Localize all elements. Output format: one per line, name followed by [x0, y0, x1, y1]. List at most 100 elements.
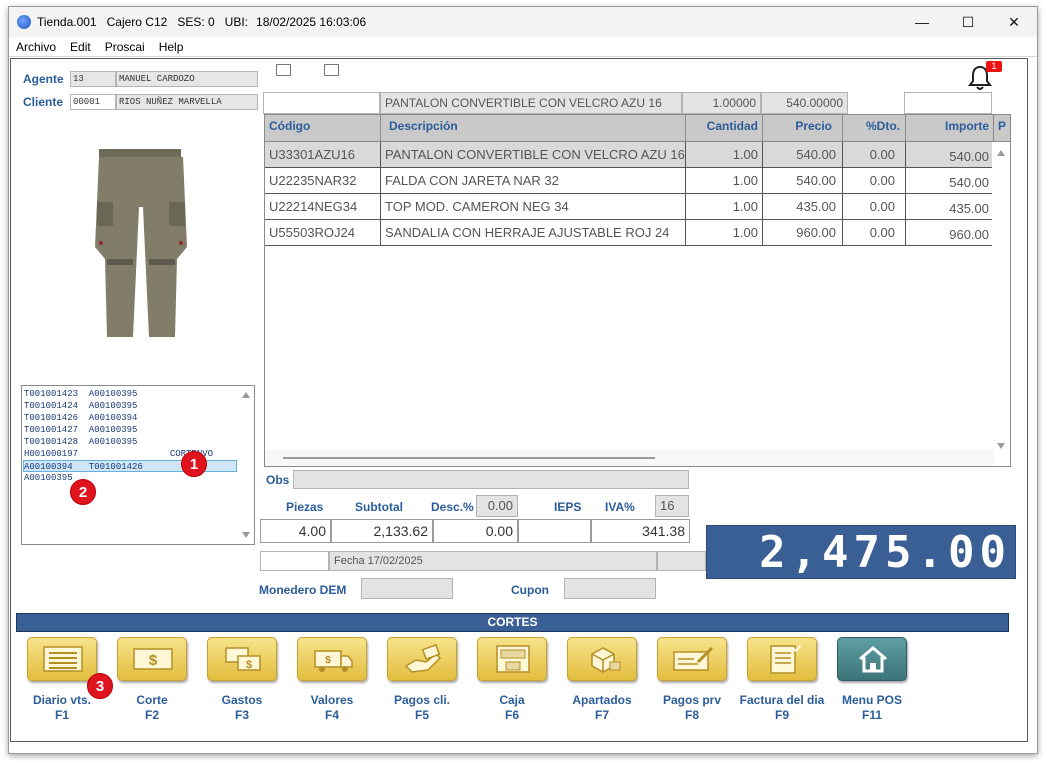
money-transfer-icon: $: [225, 647, 261, 671]
grid-vertical-scrollbar[interactable]: [992, 142, 1010, 466]
button-text: Caja: [499, 693, 525, 707]
scroll-down-icon[interactable]: [242, 532, 250, 538]
obs-label: Obs: [266, 473, 290, 487]
menu-archivo[interactable]: Archivo: [16, 40, 56, 54]
svg-text:$: $: [325, 655, 331, 666]
menu-help[interactable]: Help: [159, 40, 184, 54]
button-face: [837, 637, 907, 681]
iva-label: IVA%: [605, 500, 635, 514]
agent-label: Agente: [23, 72, 64, 86]
cell-desc: FALDA CON JARETA NAR 32: [381, 168, 686, 193]
list-item[interactable]: T001001428 A00100395: [24, 436, 238, 448]
pagos-cli-button[interactable]: Pagos cli. F5: [386, 637, 458, 729]
button-label: Menu POS F11: [826, 693, 918, 723]
menu-pos-button[interactable]: Menu POS F11: [836, 637, 908, 729]
fecha-field: Fecha 17/02/2025: [329, 551, 657, 571]
button-text: Corte: [136, 693, 168, 707]
ticket-list[interactable]: T001001423 A00100395 T001001424 A0010039…: [21, 385, 255, 545]
shortcut-key: F7: [594, 708, 609, 722]
code-entry-field[interactable]: [263, 92, 380, 114]
extra-entry-field[interactable]: [904, 92, 992, 114]
button-text: Valores: [310, 693, 354, 707]
col-importe[interactable]: Importe: [906, 115, 994, 142]
list-item[interactable]: T001001427 A00100395: [24, 424, 238, 436]
cupon-field[interactable]: [564, 578, 656, 599]
valores-button[interactable]: $ Valores F4: [296, 637, 368, 729]
table-row[interactable]: U22235NAR32 FALDA CON JARETA NAR 32 1.00…: [265, 168, 994, 194]
cell-qty: 1.00: [686, 220, 763, 245]
cell-dto: 0.00: [843, 142, 906, 167]
agent-id-field[interactable]: 13: [70, 71, 116, 87]
list-item[interactable]: T001001426 A00100394: [24, 412, 238, 424]
description-entry-field: PANTALON CONVERTIBLE CON VELCRO AZU 16: [380, 92, 682, 114]
scroll-up-icon[interactable]: [242, 392, 250, 398]
scroll-up-icon[interactable]: [997, 150, 1005, 156]
button-label: Pagos cli. F5: [376, 693, 468, 723]
button-label: Factura del dia F9: [736, 693, 828, 723]
corte-button[interactable]: $ Corte F2: [116, 637, 188, 729]
col-dto[interactable]: %Dto.: [843, 115, 906, 142]
button-face: [567, 637, 637, 681]
main-panel: Agente 13 MANUEL CARDOZO Cliente 00001 R…: [10, 58, 1028, 742]
hand-payment-icon: [404, 644, 442, 673]
maximize-button[interactable]: ☐: [945, 7, 991, 37]
menu-edit[interactable]: Edit: [70, 40, 91, 54]
subtotal-value: 2,133.62: [331, 519, 433, 543]
col-cantidad[interactable]: Cantidad: [686, 115, 763, 142]
list-item[interactable]: T001001423 A00100395: [24, 388, 238, 400]
button-text: Menu POS: [841, 693, 902, 707]
descuento-value: 0.00: [433, 519, 518, 543]
scroll-thumb[interactable]: [283, 457, 655, 459]
col-descripcion[interactable]: Descripción: [381, 115, 686, 142]
client-id-field[interactable]: 00001: [70, 94, 116, 110]
button-face: $: [117, 637, 187, 681]
scroll-down-icon[interactable]: [997, 443, 1005, 449]
cash-register-icon: [496, 645, 530, 673]
table-row[interactable]: U33301AZU16 PANTALON CONVERTIBLE CON VEL…: [265, 142, 994, 168]
list-item[interactable]: T001001424 A00100395: [24, 400, 238, 412]
client-label: Cliente: [23, 95, 64, 109]
cell-price: 540.00: [763, 142, 843, 167]
list-item[interactable]: A00100395: [24, 472, 238, 484]
button-text: Apartados: [572, 693, 632, 707]
list-scrollbar[interactable]: [238, 386, 254, 544]
button-face: [747, 637, 817, 681]
grid-horizontal-scrollbar[interactable]: [265, 450, 994, 466]
check-pen-icon: [673, 646, 714, 671]
apartados-button[interactable]: Apartados F7: [566, 637, 638, 729]
menu-proscai[interactable]: Proscai: [105, 40, 145, 54]
items-grid[interactable]: Código Descripción Cantidad Precio %Dto.…: [264, 114, 1011, 467]
button-text: Diario vts.: [32, 693, 92, 707]
quantity-entry-field[interactable]: 1.00000: [682, 92, 761, 114]
option-checkbox-2[interactable]: [324, 64, 339, 76]
callout-badge-2: 2: [70, 479, 96, 505]
col-precio[interactable]: Precio: [763, 115, 843, 142]
title-store: Tienda.001: [37, 15, 97, 29]
title-datetime: 18/02/2025 16:03:06: [256, 15, 367, 29]
title-bar: Tienda.001 Cajero C12 SES: 0 UBI: 18/02/…: [9, 7, 1037, 37]
button-face: [27, 637, 97, 681]
cell-dto: 0.00: [843, 194, 906, 219]
button-label: Valores F4: [286, 693, 378, 723]
cell-importe: 540.00: [906, 168, 994, 193]
close-button[interactable]: ✕: [991, 7, 1037, 37]
table-row[interactable]: U22214NEG34 TOP MOD. CAMERON NEG 34 1.00…: [265, 194, 994, 220]
minimize-button[interactable]: —: [899, 7, 945, 37]
pagos-prv-button[interactable]: Pagos prv F8: [656, 637, 728, 729]
cell-desc: TOP MOD. CAMERON NEG 34: [381, 194, 686, 219]
col-p[interactable]: P: [994, 115, 1010, 142]
product-image: [95, 149, 187, 337]
cell-desc: PANTALON CONVERTIBLE CON VELCRO AZU 16: [381, 142, 686, 167]
shortcut-key: F11: [861, 708, 882, 722]
button-face: [477, 637, 547, 681]
monedero-field[interactable]: [361, 578, 453, 599]
caja-button[interactable]: Caja F6: [476, 637, 548, 729]
factura-del-dia-button[interactable]: Factura del dia F9: [740, 637, 824, 729]
gastos-button[interactable]: $ Gastos F3: [206, 637, 278, 729]
obs-field[interactable]: [293, 470, 689, 489]
notification-count-badge: 1: [986, 61, 1002, 72]
col-codigo[interactable]: Código: [265, 115, 381, 142]
option-checkbox-1[interactable]: [276, 64, 291, 76]
table-row[interactable]: U55503ROJ24 SANDALIA CON HERRAJE AJUSTAB…: [265, 220, 994, 246]
title-cashier: Cajero C12: [106, 15, 168, 29]
